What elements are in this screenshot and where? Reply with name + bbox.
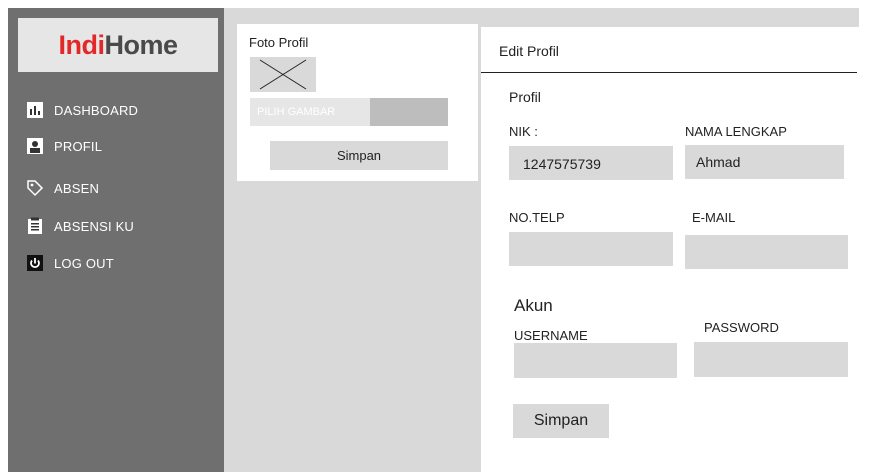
save-photo-button[interactable]: Simpan [270,141,448,170]
nik-label: NIK : [509,124,538,139]
username-label: USERNAME [514,328,588,343]
account-section-heading: Akun [514,296,553,315]
username-field[interactable] [514,343,677,378]
sidebar-item-absen[interactable]: ABSEN [26,179,99,197]
logo-text-home: Home [104,29,178,60]
image-placeholder [250,57,316,92]
chart-icon [26,101,44,119]
power-icon [26,254,44,272]
sidebar-item-label: LOG OUT [54,255,114,271]
user-icon [26,137,44,155]
sidebar [8,8,224,472]
tag-icon [26,179,44,197]
full-name-field[interactable]: Ahmad [685,145,844,179]
sidebar-item-label: DASHBOARD [54,102,139,118]
full-name-value: Ahmad [696,154,741,170]
password-field[interactable] [694,342,848,377]
save-profile-button[interactable]: Simpan [513,404,609,438]
image-placeholder-cross-icon [259,59,307,90]
edit-profile-title: Edit Profil [499,43,559,59]
logo: Indi Home [18,18,218,72]
phone-field[interactable] [509,232,673,266]
full-name-label: NAMA LENGKAP [685,124,787,139]
nik-field[interactable]: 1247575739 [509,146,673,180]
email-field[interactable] [685,235,848,269]
sidebar-item-profil[interactable]: PROFIL [26,137,102,155]
password-label: PASSWORD [704,320,779,335]
email-label: E-MAIL [692,210,736,225]
sidebar-item-absensi-ku[interactable]: ABSENSI KU [26,217,134,235]
sidebar-item-label: PROFIL [54,138,103,154]
sidebar-item-dashboard[interactable]: DASHBOARD [26,101,138,119]
sidebar-item-log-out[interactable]: LOG OUT [26,254,114,272]
logo-text-indi: Indi [58,29,105,60]
sidebar-item-label: ABSEN [54,180,100,196]
choose-image-input[interactable]: PILIH GAMBAR [250,98,448,126]
sidebar-item-label: ABSENSI KU [54,218,135,234]
phone-label: NO.TELP [509,210,565,225]
title-divider [481,72,857,73]
nik-value: 1247575739 [523,156,601,172]
photo-panel-title: Foto Profil [249,35,309,50]
profile-section-heading: Profil [509,89,541,105]
choose-image-button[interactable] [370,98,448,126]
clipboard-icon [26,217,44,235]
choose-image-label: PILIH GAMBAR [257,106,336,118]
